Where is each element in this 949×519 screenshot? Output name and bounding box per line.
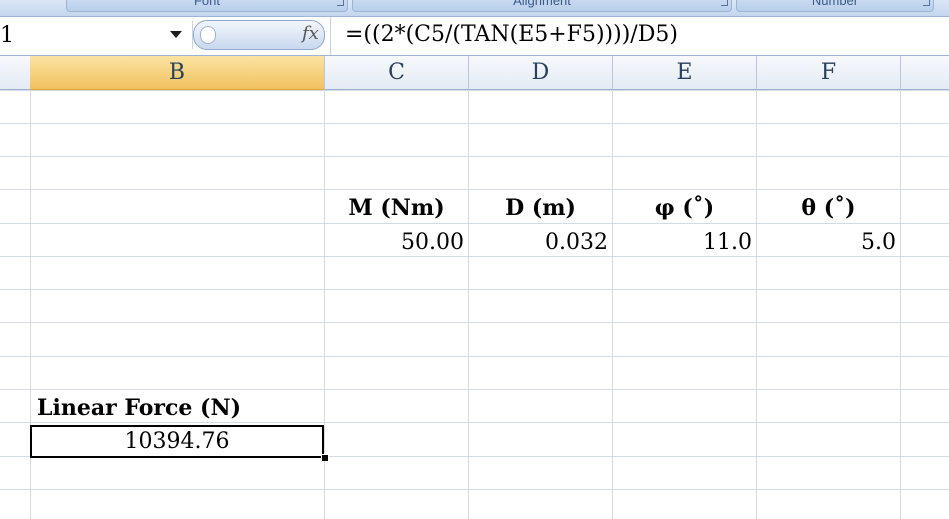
splitter-handle[interactable] [200,26,216,44]
ribbon-group-label: Alignment [513,0,571,8]
name-box-value: 1 [0,23,14,48]
column-header-a[interactable] [0,56,31,89]
grid-line [0,189,949,190]
cell-c4[interactable]: M (Nm) [325,192,468,225]
grid-line [612,90,613,519]
fill-handle[interactable] [321,454,329,462]
ribbon-group-label: Font [193,0,220,8]
column-header-d[interactable]: D [469,56,613,89]
cell-b10[interactable]: Linear Force (N) [31,392,324,425]
cell-f5[interactable]: 5.0 [757,226,896,259]
column-header-c[interactable]: C [325,56,469,89]
grid-line [0,123,949,124]
grid-line [0,356,949,357]
formula-bar: 1 fx =((2*(C5/(TAN(E5+F5))))/D5) [0,17,949,56]
cell-d5[interactable]: 0.032 [469,226,608,259]
formula-divider [330,17,331,55]
column-header-b[interactable]: B [30,56,325,91]
dialog-launcher-icon[interactable] [337,0,344,6]
column-headers: B C D E F [0,56,949,91]
grid-line [0,489,949,490]
dialog-launcher-icon[interactable] [923,0,930,6]
grid-line [0,322,949,323]
grid-line [756,90,757,519]
grid-line [468,90,469,519]
formula-input[interactable]: =((2*(C5/(TAN(E5+F5))))/D5) [345,22,678,47]
worksheet-grid[interactable]: M (Nm) D (m) φ (˚) θ (˚) 50.00 0.032 11.… [0,90,949,519]
chevron-down-icon[interactable] [170,31,182,38]
column-header-f[interactable]: F [757,56,901,89]
cell-e4[interactable]: φ (˚) [613,192,756,225]
ribbon-group-font: Font [66,0,348,12]
name-box[interactable]: 1 [0,21,193,49]
grid-line [0,289,949,290]
cell-c5[interactable]: 50.00 [325,226,464,259]
ribbon-group-label: Number [811,0,859,8]
dialog-launcher-icon[interactable] [721,0,728,6]
cell-e5[interactable]: 11.0 [613,226,752,259]
ribbon-group-labels: Font Alignment Number [0,0,949,17]
column-header-e[interactable]: E [613,56,757,89]
insert-function-icon[interactable]: fx [302,23,319,44]
grid-line [900,90,901,519]
grid-line [0,389,949,390]
ribbon-group-alignment: Alignment [352,0,732,12]
column-header-g[interactable] [901,56,949,89]
cell-f4[interactable]: θ (˚) [757,192,900,225]
ribbon-group-number: Number [736,0,934,12]
grid-line [0,90,949,91]
grid-line [0,156,949,157]
cell-b11[interactable]: 10394.76 [30,425,324,458]
cell-d4[interactable]: D (m) [469,192,612,225]
